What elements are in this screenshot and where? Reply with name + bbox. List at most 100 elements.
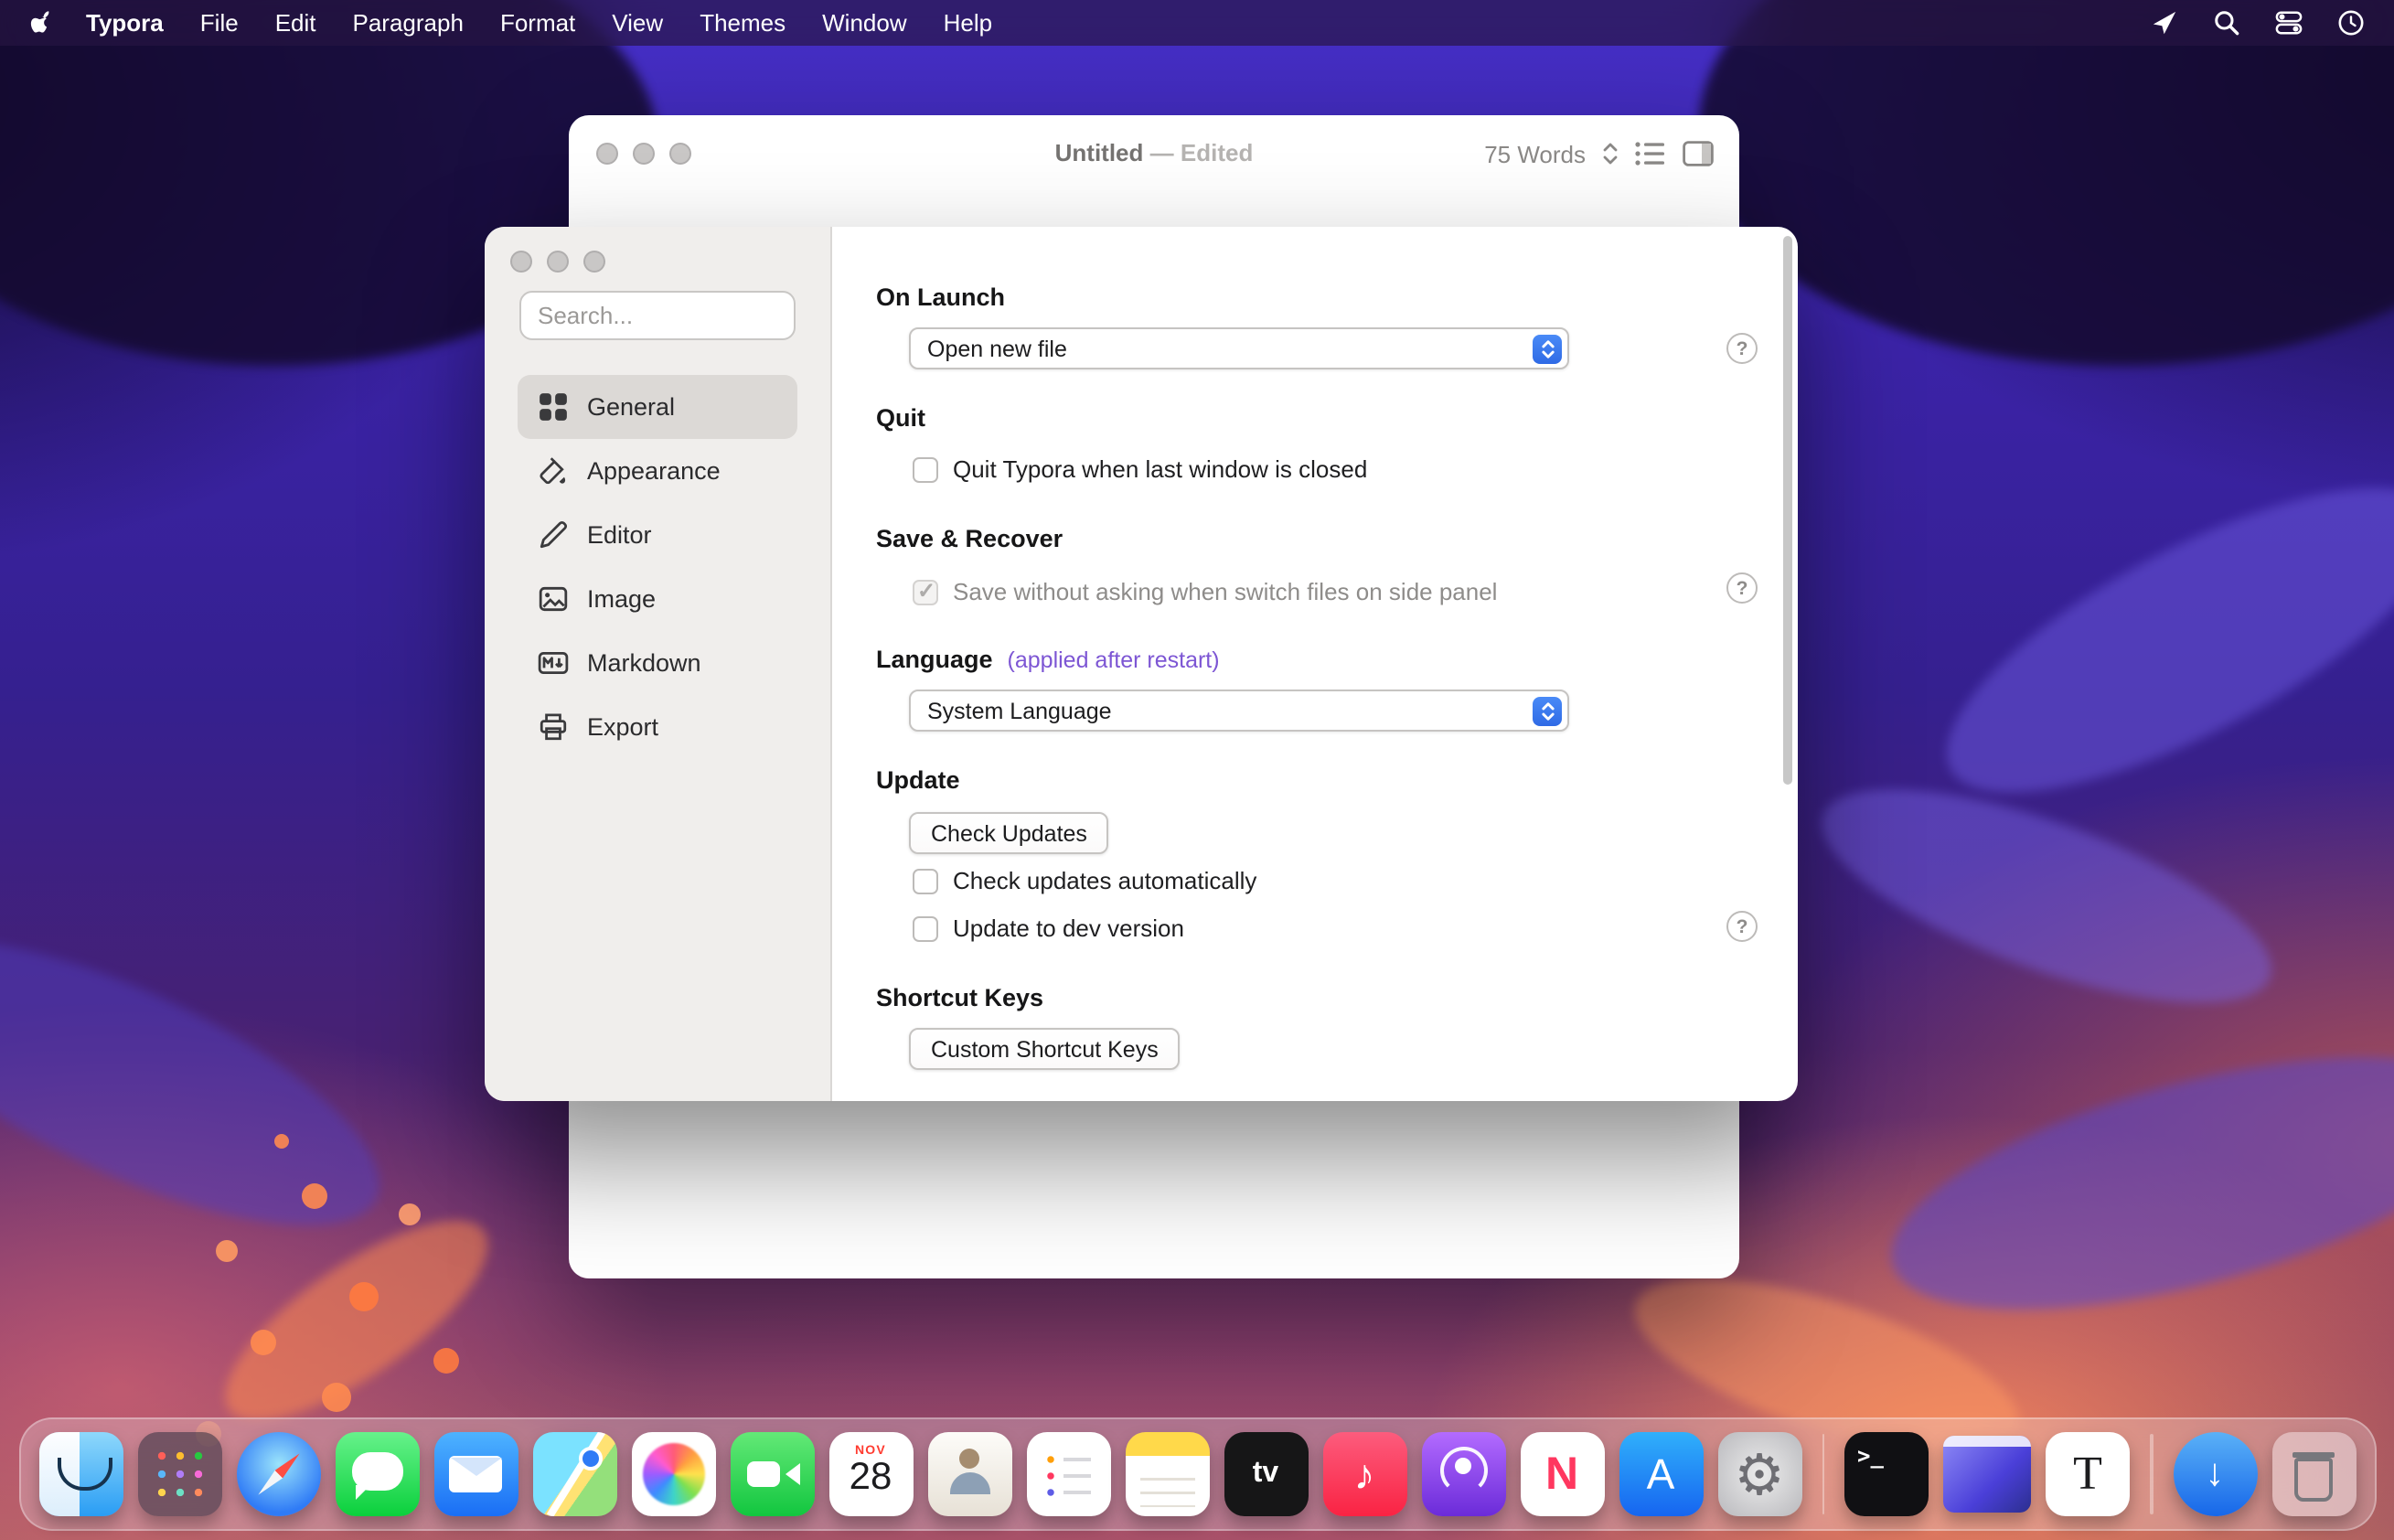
quit-checkbox[interactable] [913,456,938,482]
update-heading: Update [876,766,960,794]
outline-icon[interactable] [1635,141,1666,166]
reminders-icon[interactable] [1026,1432,1110,1516]
sidebar-item-markdown[interactable]: Markdown [518,631,797,695]
save-recover-heading: Save & Recover [876,525,1063,552]
news-icon[interactable]: N [1520,1432,1604,1516]
purple-leaf [1866,1006,2394,1362]
dropdown-stepper-icon [1533,334,1562,363]
screenshot-window-thumbnail[interactable] [1943,1436,2031,1513]
sidebar-item-general[interactable]: General [518,375,797,439]
pencil-icon [538,519,569,551]
typora-icon[interactable]: T [2046,1432,2130,1516]
auto-update-checkbox-row[interactable]: Check updates automatically [913,867,1256,894]
menu-view[interactable]: View [612,9,663,37]
dev-update-checkbox-row[interactable]: Update to dev version [913,914,1184,942]
dropdown-stepper-icon [1533,696,1562,725]
trash-icon[interactable] [2271,1432,2356,1516]
preferences-sidebar: General Appearance Editor Image Markdown [485,227,832,1101]
menu-window[interactable]: Window [822,9,907,37]
podcasts-icon[interactable] [1421,1432,1505,1516]
sidebar-item-image[interactable]: Image [518,567,797,631]
sidebar-item-export[interactable]: Export [518,695,797,759]
scrollbar[interactable] [1783,236,1792,785]
messages-icon[interactable] [335,1432,419,1516]
dock-separator [1822,1434,1824,1514]
word-count-stepper-icon[interactable] [1602,141,1619,166]
apple-tv-icon[interactable]: tv [1224,1432,1308,1516]
orange-leaf [198,1186,515,1454]
menu-paragraph[interactable]: Paragraph [353,9,464,37]
language-heading: Language(applied after restart) [876,646,1220,673]
sidebar-item-appearance[interactable]: Appearance [518,439,797,503]
export-printer-icon [538,711,569,743]
mail-icon[interactable] [433,1432,518,1516]
word-count[interactable]: 75 Words [1484,140,1586,167]
dev-update-checkbox[interactable] [913,915,938,941]
sidebar-toggle-icon[interactable] [1683,141,1714,166]
dock: NOV 28 tv ♪ N A ⚙ >_ T ↓ [18,1417,2376,1531]
finder-icon[interactable] [38,1432,123,1516]
close-button[interactable] [596,143,618,165]
search-icon[interactable] [2213,9,2240,37]
preferences-window: General Appearance Editor Image Markdown [485,227,1798,1101]
markdown-icon [538,647,569,679]
on-launch-heading: On Launch [876,283,1005,311]
apple-menu-icon[interactable] [29,9,57,37]
minimize-button[interactable] [547,251,569,273]
foliage-shadow [1699,0,2394,366]
terminal-icon[interactable]: >_ [1844,1432,1929,1516]
save-checkbox[interactable] [913,579,938,604]
dev-update-help-icon[interactable] [1726,911,1758,942]
launchpad-icon[interactable] [137,1432,221,1516]
save-help-icon[interactable] [1726,572,1758,604]
zoom-button[interactable] [669,143,691,165]
purple-leaf [1798,746,2294,1046]
sidebar-item-editor[interactable]: Editor [518,503,797,567]
downloads-icon[interactable]: ↓ [2173,1432,2257,1516]
custom-shortcut-keys-button[interactable]: Custom Shortcut Keys [909,1028,1181,1070]
search-input[interactable] [519,291,796,340]
orange-flowers [274,1134,289,1149]
desktop: Typora File Edit Paragraph Format View T… [0,0,2394,1540]
language-note: (applied after restart) [1008,647,1220,673]
menu-format[interactable]: Format [500,9,575,37]
clock-icon[interactable] [2337,9,2365,37]
facetime-icon[interactable] [730,1432,814,1516]
paint-bucket-icon [538,455,569,487]
photos-icon[interactable] [631,1432,715,1516]
menu-themes[interactable]: Themes [700,9,786,37]
menu-app-name[interactable]: Typora [86,9,164,37]
grid-icon [538,391,569,422]
close-button[interactable] [510,251,532,273]
on-launch-dropdown[interactable]: Open new file [909,327,1569,369]
document-titlebar[interactable]: Untitled — Edited 75 Words [569,115,1739,192]
safari-icon[interactable] [236,1432,320,1516]
auto-update-checkbox[interactable] [913,868,938,893]
check-updates-button[interactable]: Check Updates [909,812,1109,854]
quit-checkbox-row[interactable]: Quit Typora when last window is closed [913,455,1367,483]
quit-heading: Quit [876,404,925,432]
music-icon[interactable]: ♪ [1322,1432,1406,1516]
menu-edit[interactable]: Edit [275,9,316,37]
minimize-button[interactable] [633,143,655,165]
image-icon [538,583,569,615]
on-launch-help-icon[interactable] [1726,333,1758,364]
menu-bar: Typora File Edit Paragraph Format View T… [0,0,2394,46]
save-checkbox-row[interactable]: Save without asking when switch files on… [913,578,1497,605]
purple-leaf [0,884,415,1282]
app-store-icon[interactable]: A [1619,1432,1703,1516]
system-settings-icon[interactable]: ⚙ [1717,1432,1801,1516]
menu-help[interactable]: Help [944,9,993,37]
calendar-icon[interactable]: NOV 28 [828,1432,913,1516]
zoom-button[interactable] [583,251,605,273]
shortcut-keys-heading: Shortcut Keys [876,984,1043,1011]
dock-separator [2150,1434,2153,1514]
contacts-icon[interactable] [927,1432,1011,1516]
location-icon[interactable] [2151,9,2178,37]
preferences-main-pane: On Launch Open new file Quit Quit Typora… [832,227,1798,1101]
menu-file[interactable]: File [200,9,239,37]
maps-icon[interactable] [532,1432,616,1516]
language-dropdown[interactable]: System Language [909,690,1569,732]
control-center-icon[interactable] [2275,9,2303,37]
notes-icon[interactable] [1125,1432,1209,1516]
